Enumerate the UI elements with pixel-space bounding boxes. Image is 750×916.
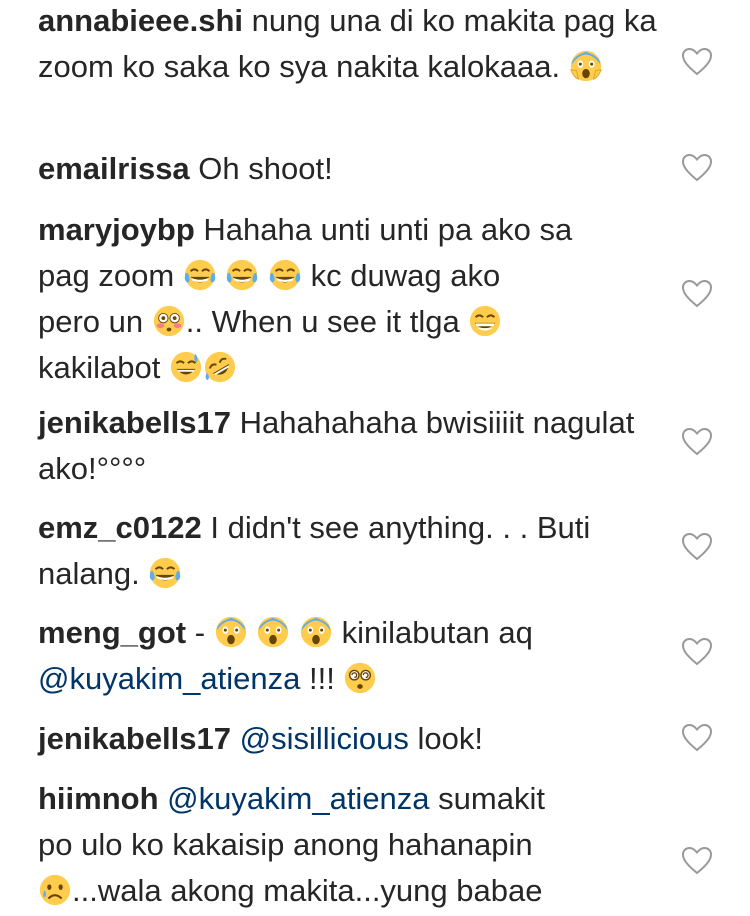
like-button[interactable] <box>680 844 714 878</box>
tears-of-joy-emoji-icon <box>183 258 217 292</box>
comment-username[interactable]: maryjoybp <box>38 212 195 247</box>
comment-body: pag zoom <box>38 258 175 293</box>
comment-username[interactable]: meng_got <box>38 615 186 650</box>
heart-outline-icon <box>681 846 713 875</box>
heart-outline-icon <box>681 637 713 666</box>
heart-outline-icon <box>681 723 713 752</box>
comment-body: pero un <box>38 304 144 339</box>
sweat-smile-emoji-icon <box>169 350 203 384</box>
screaming-face-emoji-icon <box>299 615 333 649</box>
like-button[interactable] <box>680 151 714 185</box>
heart-outline-icon <box>681 47 713 76</box>
tears-of-joy-emoji-icon <box>225 258 259 292</box>
flushed-face-emoji-icon <box>152 304 186 338</box>
comment-text: emz_c0122 I didn't see anything. . . But… <box>38 505 658 597</box>
comment-text: annabieee.shi nung una di ko makita pag … <box>38 0 658 90</box>
screaming-face-emoji-icon <box>214 615 248 649</box>
heart-outline-icon <box>681 279 713 308</box>
comment-username[interactable]: emz_c0122 <box>38 510 202 545</box>
comment-body: Oh shoot! <box>198 151 333 186</box>
comment-text: jenikabells17 Hahahahaha bwisiiiit nagul… <box>38 400 658 492</box>
comment-body: !!! <box>309 661 335 696</box>
comment-body: look! <box>417 721 484 756</box>
comment-body: .. When u see it tlga <box>185 304 460 339</box>
like-button[interactable] <box>680 635 714 669</box>
comment-text: meng_got - kinilabutan aq @kuyakim_atien… <box>38 610 658 702</box>
comment-username[interactable]: hiimnoh <box>38 781 159 816</box>
comment-body: po ulo ko kakaisip anong hahanapin <box>38 827 533 862</box>
tears-of-joy-emoji-icon <box>148 556 182 590</box>
grinning-face-emoji-icon <box>468 304 502 338</box>
comment-text: maryjoybp Hahaha unti unti pa ako sa pag… <box>38 207 658 391</box>
screaming-face-emoji-icon <box>256 615 290 649</box>
screaming-face-emoji-icon <box>569 49 603 83</box>
like-button[interactable] <box>680 45 714 79</box>
comment-username[interactable]: jenikabells17 <box>38 405 231 440</box>
comment-text: hiimnoh @kuyakim_atienza sumakit po ulo … <box>38 776 658 914</box>
comment-body: kakilabot <box>38 350 161 385</box>
like-button[interactable] <box>680 530 714 564</box>
like-button[interactable] <box>680 277 714 311</box>
heart-outline-icon <box>681 427 713 456</box>
mention-link[interactable]: @sisillicious <box>240 721 409 756</box>
comment-text: jenikabells17 @sisillicious look! <box>38 716 658 762</box>
mention-link[interactable]: @kuyakim_atienza <box>38 661 300 696</box>
comment-username[interactable]: emailrissa <box>38 151 190 186</box>
dizzy-face-emoji-icon <box>343 661 377 695</box>
comment-list: annabieee.shi nung una di ko makita pag … <box>0 0 750 916</box>
like-button[interactable] <box>680 425 714 459</box>
mention-link[interactable]: @kuyakim_atienza <box>167 781 429 816</box>
comment-body: kinilabutan aq <box>341 615 533 650</box>
like-button[interactable] <box>680 721 714 755</box>
comment-body: Hahaha unti unti pa ako sa <box>203 212 573 247</box>
tears-of-joy-emoji-icon <box>268 258 302 292</box>
comment-text: emailrissa Oh shoot! <box>38 146 658 192</box>
comment-body: ...wala akong makita...yung babae <box>72 873 543 908</box>
comment-username[interactable]: jenikabells17 <box>38 721 231 756</box>
rofl-emoji-icon <box>203 350 237 384</box>
comment-body: - <box>194 615 206 650</box>
comment-username[interactable]: annabieee.shi <box>38 3 243 38</box>
heart-outline-icon <box>681 153 713 182</box>
comment-body: sumakit <box>438 781 545 816</box>
heart-outline-icon <box>681 532 713 561</box>
comment-body: kc duwag ako <box>310 258 501 293</box>
sad-face-emoji-icon <box>38 873 72 907</box>
